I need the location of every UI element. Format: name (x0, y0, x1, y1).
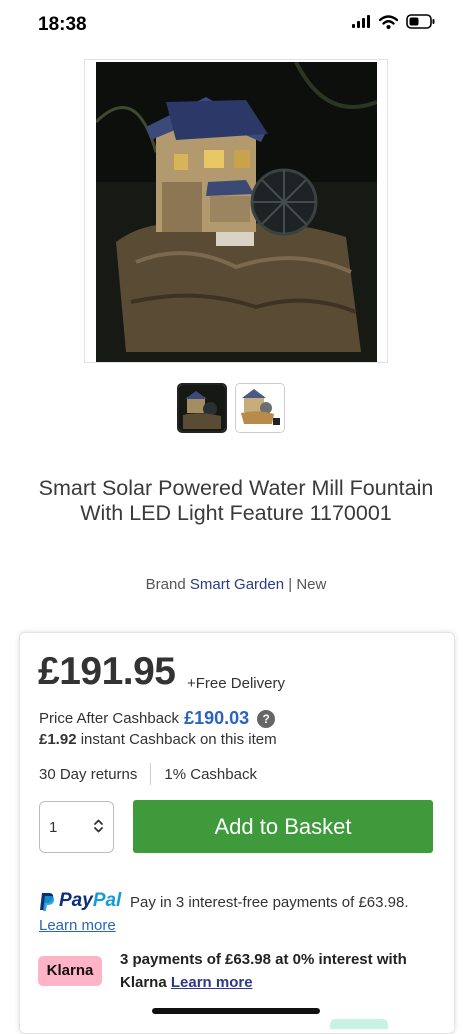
help-icon[interactable]: ? (257, 709, 276, 728)
cashback-percent: 1% Cashback (164, 765, 257, 783)
free-delivery-label: +Free Delivery (187, 675, 285, 692)
thumbnail-1[interactable] (177, 383, 227, 433)
thumbnail-2[interactable] (235, 383, 285, 433)
cashback-label: Price After Cashback (39, 710, 180, 727)
instant-cashback-line: £1.92 instant Cashback on this item (39, 731, 277, 748)
product-title: Smart Solar Powered Water Mill Fountain … (38, 476, 434, 525)
thumbnail-1-image (179, 385, 225, 431)
paypal-icon (40, 892, 55, 911)
status-icons (351, 14, 436, 29)
quantity-value: 1 (49, 819, 58, 836)
product-condition: New (296, 576, 327, 593)
brand-line: Brand Smart Garden | New (0, 576, 472, 593)
returns-line: 30 Day returns 1% Cashback (39, 763, 257, 785)
paypal-logo-pay: Pay (59, 890, 93, 911)
paypal-logo-pal: Pal (92, 890, 122, 911)
divider (150, 763, 152, 785)
paypal-installments-text: Pay in 3 interest-free payments of £63.9… (130, 894, 409, 911)
status-time: 18:38 (38, 14, 87, 35)
bottom-badge-peek (330, 1019, 388, 1029)
brand-prefix: Brand (145, 576, 186, 593)
klarna-learn-more-link[interactable]: Learn more (171, 974, 253, 991)
returns-policy: 30 Day returns (39, 765, 138, 783)
product-image[interactable] (84, 59, 388, 363)
instant-cashback-amount: £1.92 (39, 731, 77, 748)
add-to-basket-button[interactable]: Add to Basket (133, 800, 433, 853)
thumbnail-strip (177, 383, 285, 433)
thumbnail-2-image (236, 384, 284, 432)
home-indicator (152, 1008, 320, 1014)
signal-icon (352, 14, 370, 28)
brand-link[interactable]: Smart Garden (190, 576, 284, 593)
cashback-price: £190.03 (184, 708, 250, 728)
battery-icon (406, 14, 435, 29)
brand-separator: | (288, 576, 293, 593)
quantity-select[interactable]: 1 (39, 801, 114, 853)
product-price: £191.95 (38, 650, 176, 693)
cashback-line: Price After Cashback £190.03 ? (39, 708, 276, 729)
instant-cashback-text: instant Cashback on this item (80, 731, 277, 748)
klarna-badge: Klarna (38, 956, 102, 986)
paypal-learn-more-link[interactable]: Learn more (39, 917, 116, 934)
klarna-amount: £63.98 (225, 951, 271, 968)
product-photo (96, 62, 377, 362)
status-bar: 18:38 (0, 0, 472, 52)
klarna-text: 3 payments of £63.98 at 0% interest with… (120, 948, 420, 994)
wifi-icon (379, 14, 398, 29)
paypal-logo: PayPal (39, 890, 121, 912)
klarna-text-a: 3 payments of (120, 951, 221, 968)
chevron-up-down-icon (94, 819, 103, 833)
